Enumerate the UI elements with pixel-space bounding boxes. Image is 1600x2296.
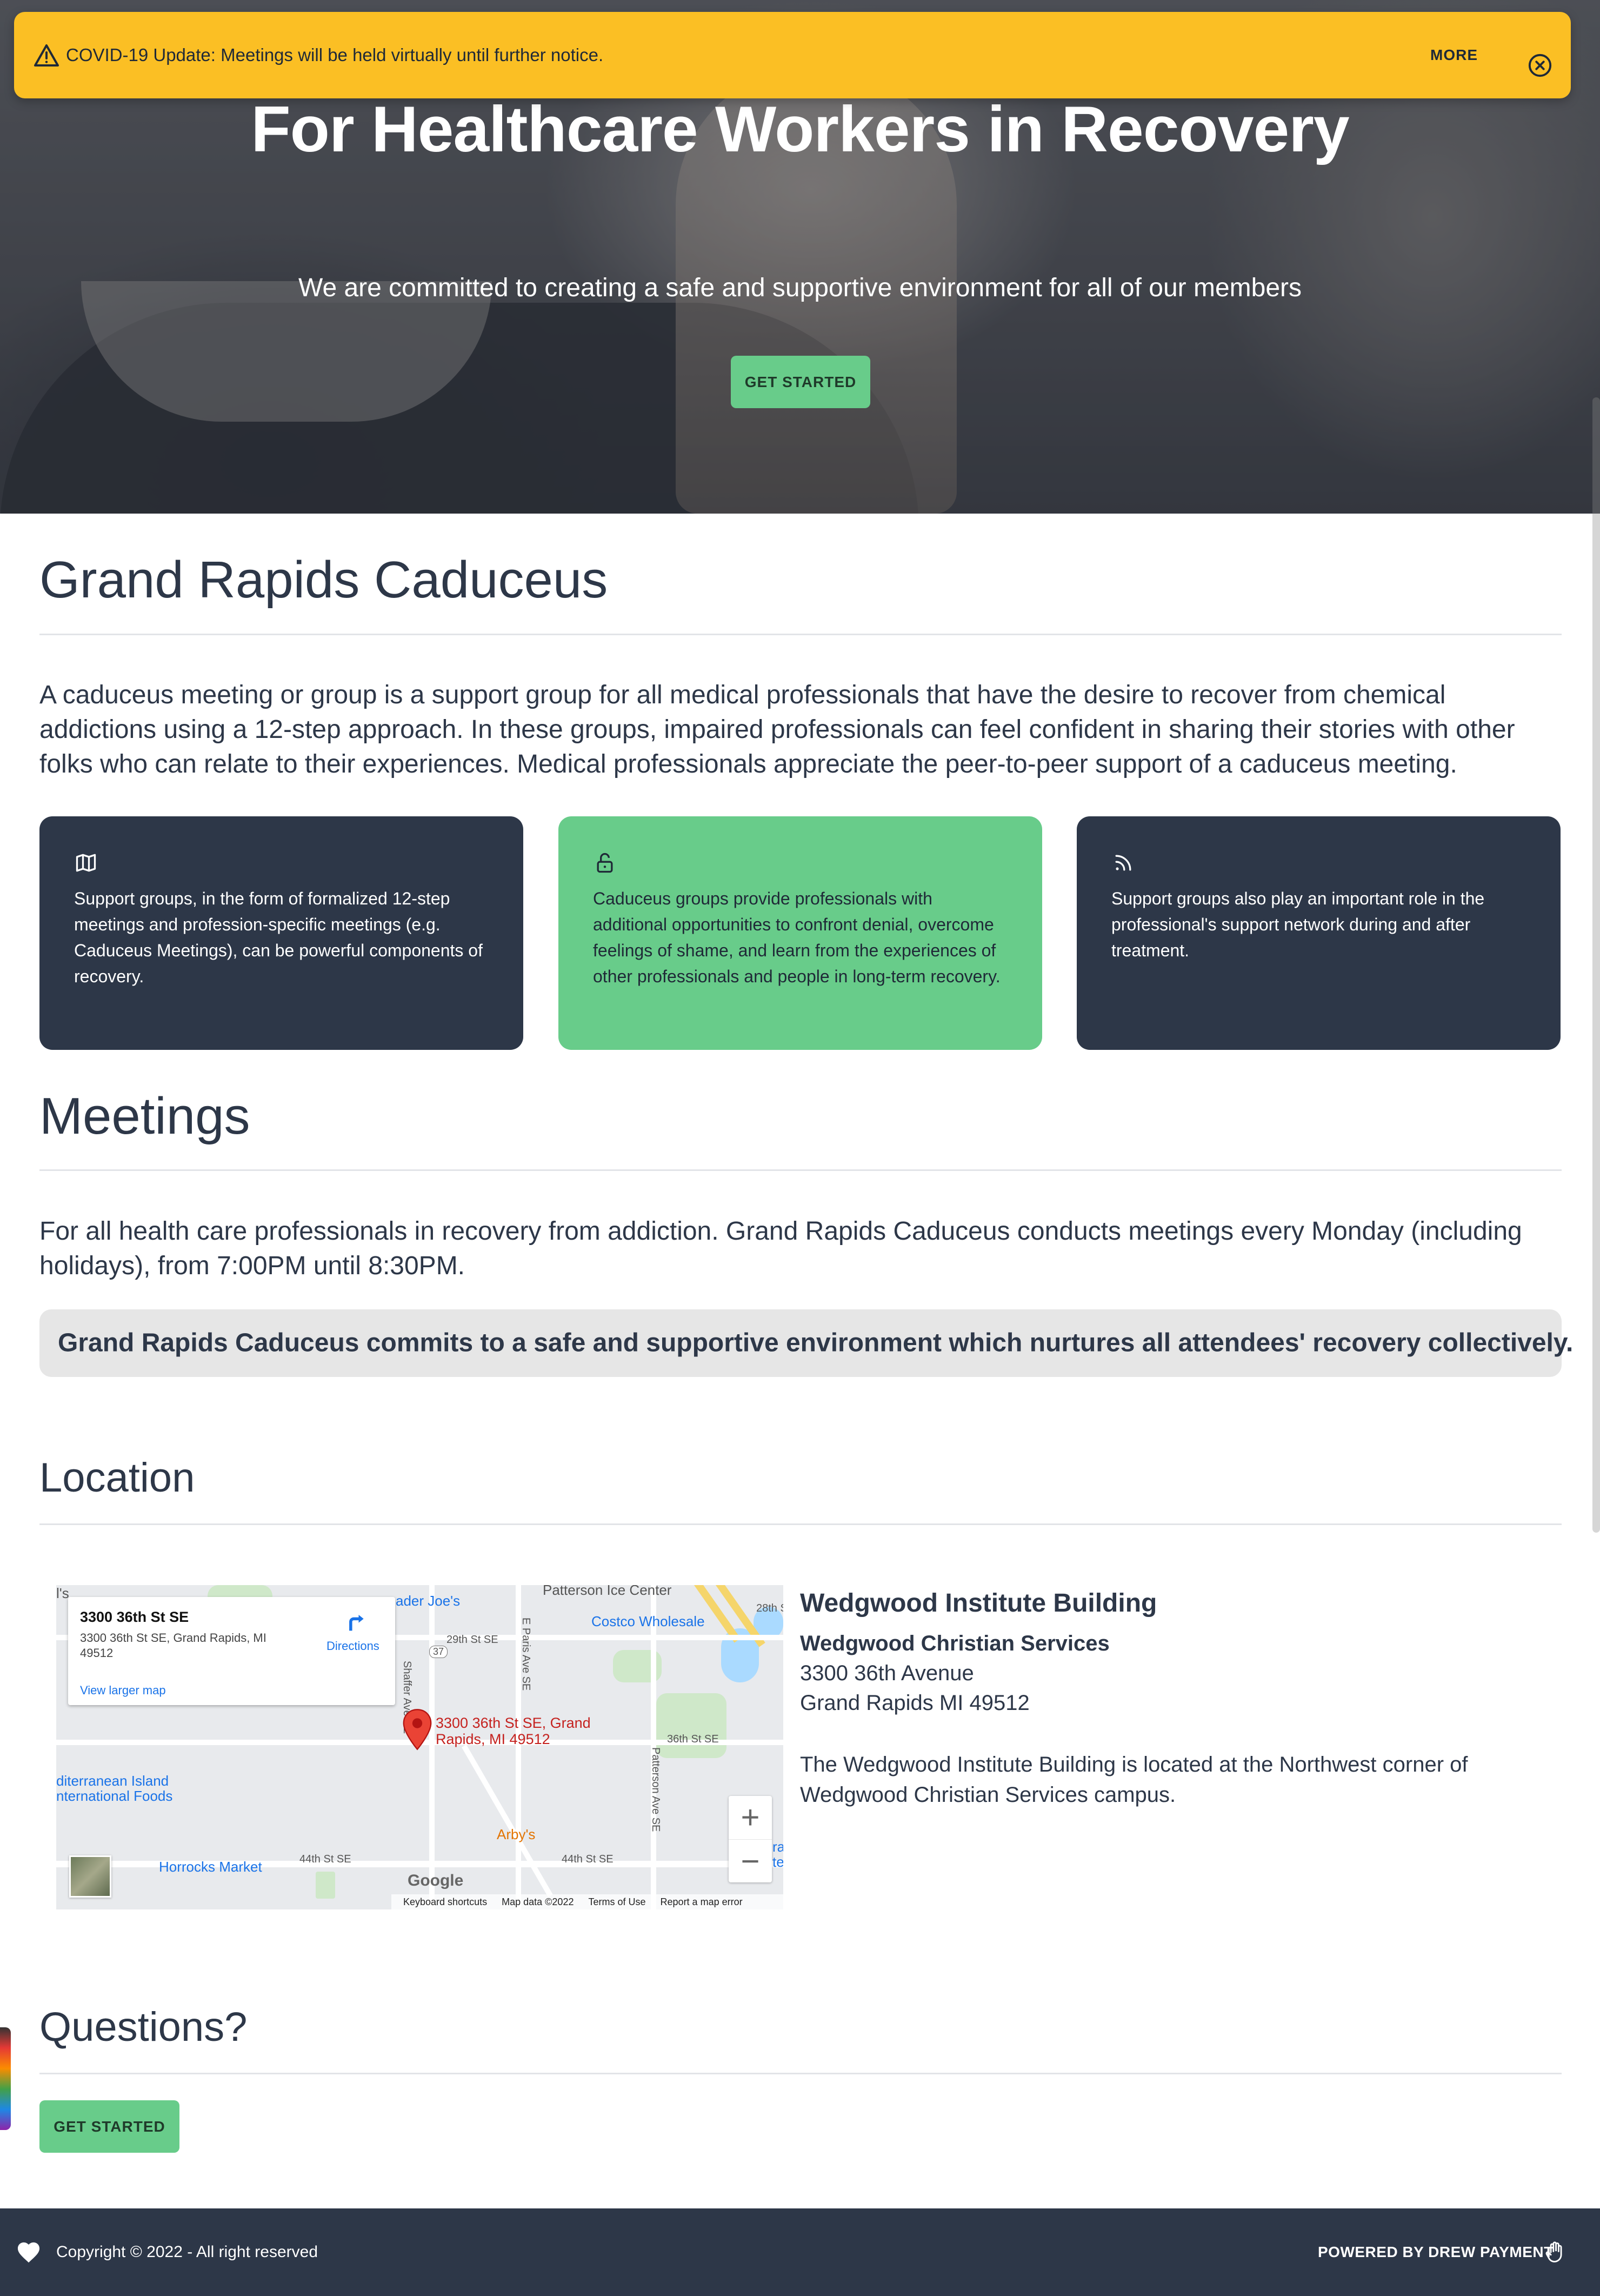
unlock-icon bbox=[597, 853, 613, 873]
map-label-28th-st: 28th S bbox=[756, 1602, 783, 1614]
map-label: l's bbox=[56, 1585, 69, 1601]
map-label-traders-joe: ader Joe's bbox=[396, 1593, 461, 1609]
map-label-route-37: 37 bbox=[429, 1646, 448, 1658]
alert-message: COVID-19 Update: Meetings will be held v… bbox=[66, 45, 604, 65]
map-park bbox=[316, 1872, 335, 1899]
hand-icon bbox=[1545, 2241, 1562, 2262]
map-data-label: Map data ©2022 bbox=[502, 1896, 574, 1907]
view-larger-map-link[interactable]: View larger map bbox=[80, 1683, 166, 1698]
heart-icon bbox=[17, 2242, 40, 2263]
location-description: The Wedgwood Institute Building is locat… bbox=[800, 1753, 1468, 1807]
questions-heading: Questions? bbox=[39, 2004, 248, 2050]
meetings-quote: Grand Rapids Caduceus commits to a safe … bbox=[39, 1309, 1573, 1377]
covid-alert-banner: COVID-19 Update: Meetings will be held v… bbox=[14, 12, 1571, 98]
map-label-44th-st: 44th St SE bbox=[562, 1853, 614, 1865]
copyright-text: Copyright © 2022 - All right reserved bbox=[56, 2243, 318, 2261]
map-label-mediterranean: diterranean Island nternational Foods bbox=[56, 1773, 173, 1804]
map-pin-label: 3300 36th St SE, Grand Rapids, MI 49512 bbox=[436, 1715, 591, 1747]
map-footer-links: Keyboard shortcuts Map data ©2022 Terms … bbox=[391, 1894, 783, 1909]
about-paragraph: A caduceus meeting or group is a support… bbox=[39, 681, 1515, 778]
section-divider bbox=[39, 1523, 1562, 1525]
hero-title: For Healthcare Workers in Recovery bbox=[251, 93, 1349, 165]
directions-icon[interactable] bbox=[344, 1609, 368, 1633]
feature-card-caduceus-groups: Caduceus groups provide professionals wi… bbox=[558, 816, 1042, 1050]
site-footer: Copyright © 2022 - All right reserved PO… bbox=[0, 2208, 1600, 2296]
feature-card-text: Support groups, in the form of formalize… bbox=[74, 889, 483, 986]
map-label-44th-st: 44th St SE bbox=[299, 1853, 351, 1865]
alert-more-link[interactable]: MORE bbox=[1430, 46, 1478, 64]
feature-card-support-groups: Support groups, in the form of formalize… bbox=[39, 816, 523, 1050]
map-info-window: 3300 36th St SE 3300 36th St SE, Grand R… bbox=[68, 1597, 395, 1705]
map-icon bbox=[76, 854, 96, 872]
map-label-horrocks: Horrocks Market bbox=[159, 1859, 262, 1875]
close-icon[interactable] bbox=[1528, 53, 1552, 78]
questions-get-started-button[interactable]: GET STARTED bbox=[39, 2100, 179, 2153]
map-pin-icon[interactable] bbox=[402, 1708, 432, 1751]
meetings-paragraph: For all health care professionals in rec… bbox=[39, 1217, 1522, 1280]
map-label-patterson-ave: Patterson Ave SE bbox=[650, 1747, 662, 1832]
map-label-costco: Costco Wholesale bbox=[591, 1613, 705, 1629]
map-label-patterson-ice-center: Patterson Ice Center bbox=[543, 1585, 672, 1598]
keyboard-shortcuts-link[interactable]: Keyboard shortcuts bbox=[403, 1896, 487, 1907]
map-label-arbys: Arby's bbox=[497, 1826, 536, 1842]
feature-card-text: Support groups also play an important ro… bbox=[1111, 889, 1485, 960]
about-heading: Grand Rapids Caduceus bbox=[39, 551, 608, 609]
map-info-title: 3300 36th St SE bbox=[80, 1609, 189, 1625]
feature-card-support-network: Support groups also play an important ro… bbox=[1077, 816, 1561, 1050]
section-divider bbox=[39, 1169, 1562, 1171]
section-divider bbox=[39, 2073, 1562, 2074]
get-started-button[interactable]: GET STARTED bbox=[731, 356, 870, 408]
meetings-quote-text: Grand Rapids Caduceus commits to a safe … bbox=[58, 1328, 1574, 1357]
embedded-map[interactable]: l's Costco Wholesale Patterson Ice Cente… bbox=[56, 1585, 783, 1909]
terms-of-use-link[interactable]: Terms of Use bbox=[588, 1896, 645, 1907]
map-label-e-paris: E Paris Ave SE bbox=[520, 1618, 532, 1691]
rss-icon bbox=[1115, 855, 1131, 871]
map-park bbox=[656, 1693, 726, 1758]
hero-subtitle: We are committed to creating a safe and … bbox=[298, 274, 1302, 302]
location-building-name: Wedgwood Institute Building bbox=[800, 1589, 1157, 1618]
meetings-heading: Meetings bbox=[39, 1087, 250, 1145]
map-label-36th-st: 36th St SE bbox=[667, 1733, 719, 1745]
map-info-address: 3300 36th St SE, Grand Rapids, MI 49512 bbox=[80, 1631, 266, 1660]
section-divider bbox=[39, 634, 1562, 635]
map-label-29th-st: 29th St SE bbox=[446, 1634, 498, 1646]
location-heading: Location bbox=[39, 1455, 195, 1501]
google-logo: Google bbox=[408, 1872, 464, 1889]
powered-by-link[interactable]: POWERED BY DREW PAYMENT bbox=[1318, 2244, 1554, 2261]
map-zoom-controls: + − bbox=[729, 1796, 772, 1882]
page-scrollbar[interactable] bbox=[1592, 397, 1600, 1533]
satellite-toggle[interactable] bbox=[69, 1855, 111, 1898]
location-organization: Wedgwood Christian Services bbox=[800, 1632, 1110, 1655]
report-map-error-link[interactable]: Report a map error bbox=[661, 1896, 743, 1907]
directions-link[interactable]: Directions bbox=[326, 1639, 379, 1653]
location-street: 3300 36th Avenue bbox=[800, 1661, 974, 1685]
location-city: Grand Rapids MI 49512 bbox=[800, 1691, 1030, 1715]
side-color-widget[interactable] bbox=[0, 2027, 11, 2130]
map-label-edge: ra te bbox=[772, 1839, 783, 1870]
map-road bbox=[462, 1745, 553, 1898]
zoom-out-button[interactable]: − bbox=[729, 1839, 772, 1882]
warning-triangle-icon bbox=[34, 44, 59, 66]
feature-card-text: Caduceus groups provide professionals wi… bbox=[593, 889, 1001, 986]
zoom-in-button[interactable]: + bbox=[729, 1796, 772, 1839]
